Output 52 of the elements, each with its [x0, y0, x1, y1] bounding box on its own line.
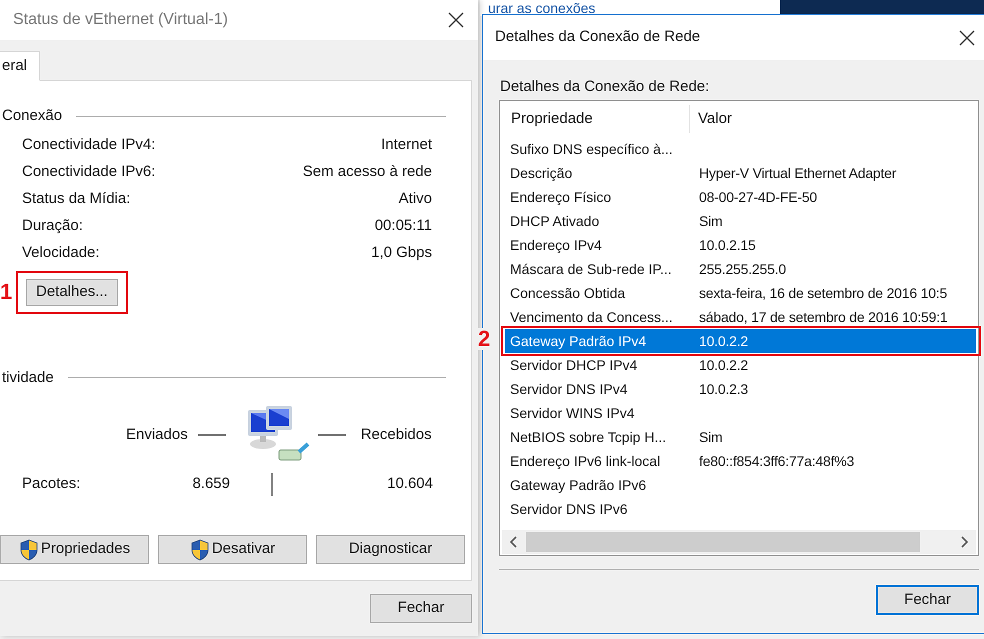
list-row[interactable]: Servidor WINS IPv4 [505, 401, 976, 425]
received-label: Recebidos [360, 424, 432, 445]
list-label: Detalhes da Conexão de Rede: [499, 77, 710, 97]
list-row[interactable]: Descrição Hyper-V Virtual Ethernet Adapter [505, 161, 976, 185]
list-row[interactable]: Gateway Padrão IPv6 [505, 473, 976, 497]
close-icon [448, 12, 464, 28]
list-row[interactable]: Máscara de Sub-rede IP... 255.255.255.0 [505, 257, 976, 281]
window-title: Status de vEthernet (Virtual-1) [13, 10, 228, 30]
action-button[interactable]: Diagnosticar [316, 535, 465, 564]
list-row[interactable]: Gateway Padrão IPv4 10.0.2.2 [505, 329, 976, 353]
list-row[interactable]: Endereço IPv6 link-local fe80::f854:3ff6:77a:48f%3 [505, 449, 976, 473]
list-row[interactable]: Endereço IPv4 10.0.2.15 [505, 233, 976, 257]
field-label: Velocidade: [22, 242, 100, 263]
column-header[interactable]: Propriedade [500, 105, 690, 133]
field-value: 00:05:11 [374, 216, 432, 236]
list-row[interactable]: Vencimento da Concess... sábado, 17 de setembro de 2016 10:59:1 [505, 305, 976, 329]
field-value: Internet [381, 134, 432, 155]
group-heading: Conexão [1, 106, 62, 126]
list-row[interactable]: Servidor DNS IPv6 [505, 497, 976, 521]
annotation-number: 1 [0, 281, 14, 303]
horizontal-scrollbar[interactable] [502, 530, 976, 554]
field-value: Ativo [398, 188, 432, 209]
close-icon [959, 30, 975, 46]
scrollbar-thumb[interactable] [526, 532, 920, 552]
list-row[interactable]: NetBIOS sobre Tcpip H... Sim [505, 425, 976, 449]
details-button[interactable]: Detalhes... [26, 278, 118, 306]
list-row[interactable]: Servidor DNS IPv4 10.0.2.3 [505, 377, 976, 401]
close-button[interactable]: Fechar [370, 594, 472, 623]
list-row[interactable]: Endereço Físico 08-00-27-4D-FE-50 [505, 185, 976, 209]
field-value: Sem acesso à rede [302, 162, 432, 182]
field-label: Conectividade IPv6: [22, 162, 156, 182]
field-label: Duração: [22, 216, 83, 236]
background-window-title: urar as conexões [488, 0, 596, 16]
annotation-number: 2 [476, 328, 492, 350]
field-label: Status da Mídia: [22, 188, 130, 209]
list-row[interactable]: Servidor DHCP IPv4 10.0.2.2 [505, 353, 976, 377]
window-title: Detalhes da Conexão de Rede [495, 27, 700, 48]
close-button[interactable]: Fechar [876, 585, 979, 615]
field-value: 1,0 Gbps [371, 242, 432, 263]
packets-sent: 8.659 [191, 474, 230, 494]
action-button[interactable]: Propriedades [0, 535, 149, 564]
packets-label: Pacotes: [22, 474, 82, 494]
field-label: Conectividade IPv4: [22, 134, 156, 155]
list-row[interactable]: Concessão Obtida sexta-feira, 16 de setembro de 2016 10:5 [505, 281, 976, 305]
column-header[interactable]: Valor [690, 108, 732, 130]
packets-received: 10.604 [386, 474, 433, 494]
list-row[interactable]: Sufixo DNS específico à... [505, 137, 976, 161]
sent-label: Enviados [126, 424, 188, 445]
action-button[interactable]: Desativar [158, 535, 307, 564]
group-heading: tividade [1, 368, 54, 388]
tab[interactable]: eral [0, 51, 40, 81]
list-row[interactable]: DHCP Ativado Sim [505, 209, 976, 233]
